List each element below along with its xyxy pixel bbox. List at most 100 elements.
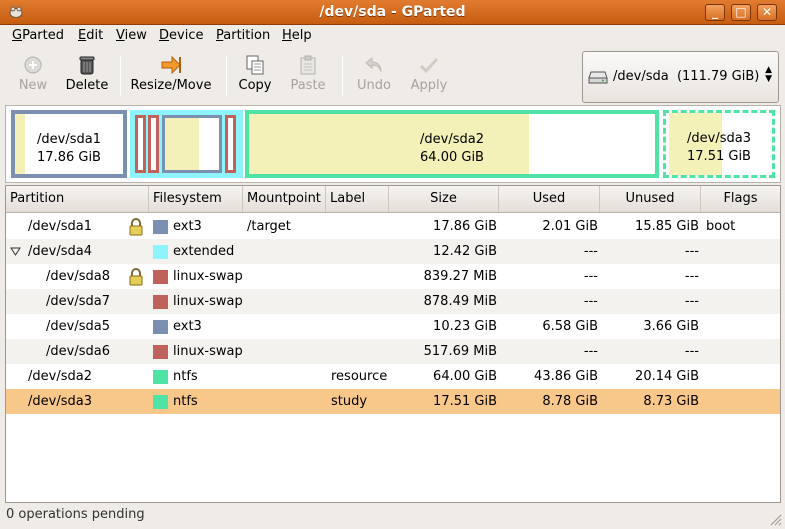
- row-used: ---: [583, 294, 598, 309]
- new-button[interactable]: New: [12, 52, 54, 100]
- filesystem-color-swatch: [153, 345, 168, 359]
- row-mountpoint: /target: [247, 219, 291, 234]
- row-unused: ---: [684, 294, 699, 309]
- filesystem-color-swatch: [153, 295, 168, 309]
- map-partition-sda3[interactable]: /dev/sda3 17.51 GiB: [663, 110, 775, 178]
- menu-edit[interactable]: Edit: [78, 28, 103, 43]
- menu-bar: GParted Edit View Device Partition Help: [0, 25, 785, 48]
- map-partition-sda4[interactable]: [130, 110, 243, 178]
- row-unused: 3.66 GiB: [643, 319, 699, 334]
- resize-grip-icon[interactable]: [770, 514, 782, 526]
- combo-arrows-icon: ▲ ▼: [765, 65, 772, 84]
- row-size: 10.23 GiB: [433, 319, 497, 334]
- partition-row[interactable]: /dev/sda3 ntfs study 17.51 GiB 8.78 GiB 8.73 …: [6, 389, 780, 414]
- row-partition: /dev/sda3: [28, 394, 92, 409]
- device-size: (111.79 GiB): [676, 69, 760, 84]
- partition-row[interactable]: /dev/sda4 extended 12.42 GiB --- ---: [6, 239, 780, 264]
- lock-icon: [129, 218, 143, 236]
- map-partition-sda2[interactable]: /dev/sda2 64.00 GiB: [245, 110, 659, 178]
- close-button[interactable]: ✕: [757, 4, 777, 21]
- row-unused: 20.14 GiB: [635, 369, 699, 384]
- row-filesystem: ntfs: [173, 394, 198, 409]
- row-unused: 8.73 GiB: [643, 394, 699, 409]
- row-partition: /dev/sda8: [46, 269, 110, 284]
- checkmark-icon: [419, 57, 439, 74]
- partition-row[interactable]: /dev/sda6 linux-swap 517.69 MiB --- ---: [6, 339, 780, 364]
- row-used: ---: [583, 244, 598, 259]
- column-label[interactable]: Label: [326, 186, 389, 212]
- menu-help[interactable]: Help: [282, 28, 312, 43]
- row-filesystem: ext3: [173, 319, 202, 334]
- row-size: 517.69 MiB: [423, 344, 497, 359]
- expander-triangle-icon[interactable]: [10, 247, 21, 256]
- map-sda2-size: 64.00 GiB: [420, 150, 484, 165]
- paste-icon: [300, 55, 316, 75]
- new-partition-icon: [24, 56, 42, 74]
- resize-arrow-icon: [161, 55, 181, 75]
- toolbar-separator: [226, 56, 227, 96]
- apply-button[interactable]: Apply: [408, 52, 450, 100]
- partition-map: /dev/sda1 17.86 GiB /dev/sda2 64.00 GiB …: [5, 105, 781, 183]
- column-filesystem[interactable]: Filesystem: [149, 186, 243, 212]
- menu-view[interactable]: View: [116, 28, 147, 43]
- row-used: ---: [583, 344, 598, 359]
- copy-button[interactable]: Copy: [236, 52, 274, 100]
- row-unused: ---: [684, 344, 699, 359]
- row-size: 64.00 GiB: [433, 369, 497, 384]
- column-unused[interactable]: Unused: [600, 186, 701, 212]
- column-flags[interactable]: Flags: [701, 186, 780, 212]
- undo-icon: [365, 56, 382, 73]
- device-selector[interactable]: /dev/sda (111.79 GiB) ▲ ▼: [582, 51, 779, 103]
- copy-icon: [246, 55, 264, 75]
- column-size[interactable]: Size: [389, 186, 499, 212]
- filesystem-color-swatch: [153, 320, 168, 334]
- status-text: 0 operations pending: [6, 507, 145, 522]
- row-unused: ---: [684, 244, 699, 259]
- map-sda2-name: /dev/sda2: [420, 132, 484, 147]
- column-mountpoint[interactable]: Mountpoint: [243, 186, 326, 212]
- map-sda1-name: /dev/sda1: [37, 132, 101, 147]
- filesystem-color-swatch: [153, 370, 168, 384]
- resize-move-button[interactable]: Resize/Move: [130, 52, 212, 100]
- status-bar: 0 operations pending: [0, 503, 785, 529]
- menu-device[interactable]: Device: [159, 28, 203, 43]
- row-unused: 15.85 GiB: [635, 219, 699, 234]
- paste-button[interactable]: Paste: [288, 52, 328, 100]
- toolbar-separator: [342, 56, 343, 96]
- map-sda1-size: 17.86 GiB: [37, 150, 101, 165]
- partition-row[interactable]: /dev/sda2 ntfs resource 64.00 GiB 43.86 GiB 2…: [6, 364, 780, 389]
- row-size: 17.86 GiB: [433, 219, 497, 234]
- column-partition[interactable]: Partition: [6, 186, 149, 212]
- row-size: 878.49 MiB: [423, 294, 497, 309]
- row-size: 17.51 GiB: [433, 394, 497, 409]
- row-size: 12.42 GiB: [433, 244, 497, 259]
- row-size: 839.27 MiB: [423, 269, 497, 284]
- list-header: Partition Filesystem Mountpoint Label Si…: [6, 186, 780, 213]
- title-bar: /dev/sda - GParted _ □ ✕: [0, 0, 785, 25]
- filesystem-color-swatch: [153, 395, 168, 409]
- maximize-button[interactable]: □: [731, 4, 751, 21]
- partition-list: Partition Filesystem Mountpoint Label Si…: [5, 185, 781, 503]
- row-partition: /dev/sda7: [46, 294, 110, 309]
- row-unused: ---: [684, 269, 699, 284]
- column-used[interactable]: Used: [499, 186, 600, 212]
- menu-gparted[interactable]: GParted: [12, 28, 64, 43]
- menu-partition[interactable]: Partition: [216, 28, 270, 43]
- minimize-button[interactable]: _: [705, 4, 725, 21]
- row-partition: /dev/sda1: [28, 219, 92, 234]
- row-used: 8.78 GiB: [542, 394, 598, 409]
- minimize-icon: _: [712, 5, 718, 19]
- partition-row[interactable]: /dev/sda8 linux-swap 839.27 MiB --- ---: [6, 264, 780, 289]
- map-partition-sda1[interactable]: /dev/sda1 17.86 GiB: [11, 110, 127, 178]
- toolbar-separator: [120, 56, 121, 96]
- undo-button[interactable]: Undo: [354, 52, 394, 100]
- partition-row[interactable]: /dev/sda1 ext3/target 17.86 GiB 2.01 GiB 15.…: [6, 214, 780, 239]
- row-partition: /dev/sda4: [28, 244, 92, 259]
- row-filesystem: ntfs: [173, 369, 198, 384]
- row-used: 6.58 GiB: [542, 319, 598, 334]
- partition-row[interactable]: /dev/sda7 linux-swap 878.49 MiB --- ---: [6, 289, 780, 314]
- delete-button[interactable]: Delete: [63, 52, 111, 100]
- row-partition: /dev/sda5: [46, 319, 110, 334]
- partition-row[interactable]: /dev/sda5 ext3 10.23 GiB 6.58 GiB 3.66 GiB: [6, 314, 780, 339]
- close-icon: ✕: [761, 5, 773, 19]
